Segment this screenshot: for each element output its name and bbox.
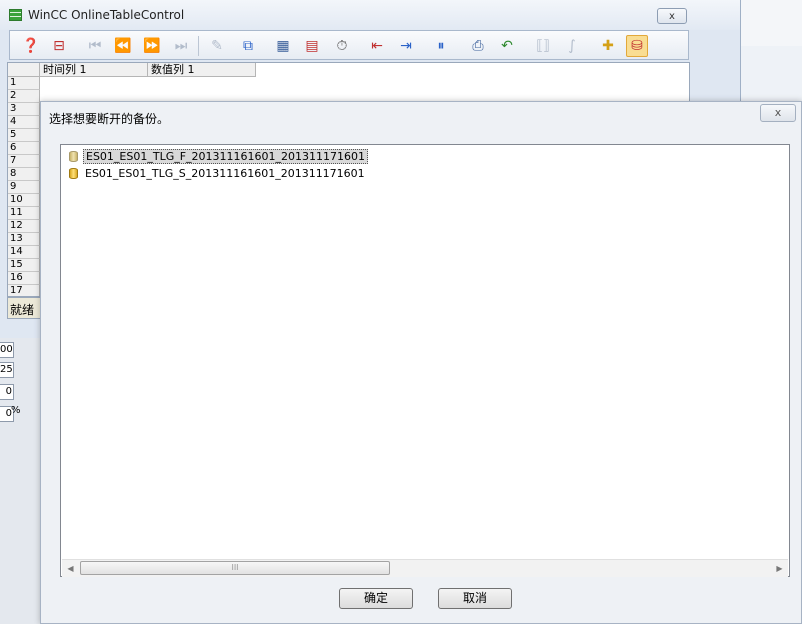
toolbar: ❓ ⊟ ⏮ ⏪ ⏩ ⏭ ✎ ⧉ ▦ ▤ ⏱ ⇤ ⇥ ⏸ ⎙ ↶ ⟦⟧ ∫ ✚ ⛁ [9,30,689,60]
database-icon [69,167,78,179]
title-bar: WinCC OnlineTableControl x [0,0,740,30]
dialog-title: 选择想要断开的备份。 [49,112,170,126]
row-number[interactable]: 17 [8,285,40,296]
row-number[interactable]: 12 [8,220,40,233]
ok-button[interactable]: 确定 [339,588,413,609]
database-icon [69,150,78,162]
config-icon[interactable]: ⊟ [48,35,70,57]
row-number[interactable]: 5 [8,129,40,142]
edit-icon[interactable]: ✎ [206,35,228,57]
connect-backup-icon[interactable]: ✚ [597,35,619,57]
row-number[interactable]: 3 [8,103,40,116]
row-number[interactable]: 16 [8,272,40,285]
row-number[interactable]: 8 [8,168,40,181]
disconnect-backup-icon[interactable]: ⛁ [626,35,648,57]
row-number[interactable]: 10 [8,194,40,207]
pause-icon[interactable]: ⏸ [430,35,452,57]
column-header-value[interactable]: 数值列 1 [148,63,256,77]
next-page-icon[interactable]: ⏩ [141,35,163,57]
disconnect-backup-dialog: 选择想要断开的备份。 x ES01_ES01_TLG_F_20131116160… [40,101,802,624]
select-data-icon[interactable]: ⟦⟧ [532,35,554,57]
export-icon[interactable]: ↶ [496,35,518,57]
scroll-left-icon[interactable]: ◀ [62,560,79,577]
list-item-label: ES01_ES01_TLG_S_201311161601_20131117160… [85,166,365,180]
left-field[interactable]: 00 [0,342,14,358]
toolbar-separator [198,36,199,56]
first-icon[interactable]: ⏮ [84,35,106,57]
select-columns-icon[interactable]: ▦ [272,35,294,57]
table-app-icon [9,9,22,21]
background-panel: 00 25 0 0 [0,338,40,624]
row-number[interactable]: 6 [8,142,40,155]
scroll-thumb[interactable]: III [80,561,390,575]
status-text: 就绪 [10,303,35,317]
row-number[interactable]: 4 [8,116,40,129]
left-field[interactable]: 25 [0,362,14,378]
list-item-label: ES01_ES01_TLG_F_201311161601_20131117160… [83,148,369,164]
row-number[interactable]: 7 [8,155,40,168]
backup-list[interactable]: ES01_ES01_TLG_F_201311161601_20131117160… [60,144,790,577]
select-table-icon[interactable]: ▤ [301,35,323,57]
window-title: WinCC OnlineTableControl [28,8,185,22]
row-number[interactable]: 9 [8,181,40,194]
scroll-right-icon[interactable]: ▶ [771,560,788,577]
left-field[interactable]: 0 [0,384,14,400]
corner-header [8,63,40,77]
last-icon[interactable]: ⏭ [170,35,192,57]
cancel-button[interactable]: 取消 [438,588,512,609]
calculate-icon[interactable]: ∫ [561,35,583,57]
time-range-icon[interactable]: ⏱ [331,35,353,57]
print-icon[interactable]: ⎙ [467,35,489,57]
copy-icon[interactable]: ⧉ [237,35,259,57]
column-header-time[interactable]: 时间列 1 [40,63,148,77]
list-item[interactable]: ES01_ES01_TLG_S_201311161601_20131117160… [69,166,367,180]
window-close-button[interactable]: x [657,8,687,24]
dialog-close-button[interactable]: x [760,104,796,122]
prev-column-icon[interactable]: ⇤ [366,35,388,57]
row-number[interactable]: 11 [8,207,40,220]
percent-label: % [11,405,21,416]
help-icon[interactable]: ❓ [20,35,42,57]
right-background-panel [741,0,802,46]
row-number[interactable]: 2 [8,90,40,103]
next-column-icon[interactable]: ⇥ [395,35,417,57]
row-number[interactable]: 15 [8,259,40,272]
horizontal-scrollbar[interactable]: ◀ III ▶ [62,559,788,577]
row-number[interactable]: 13 [8,233,40,246]
row-number[interactable]: 1 [8,77,40,90]
row-number[interactable]: 14 [8,246,40,259]
list-item[interactable]: ES01_ES01_TLG_F_201311161601_20131117160… [69,148,369,164]
prev-page-icon[interactable]: ⏪ [112,35,134,57]
